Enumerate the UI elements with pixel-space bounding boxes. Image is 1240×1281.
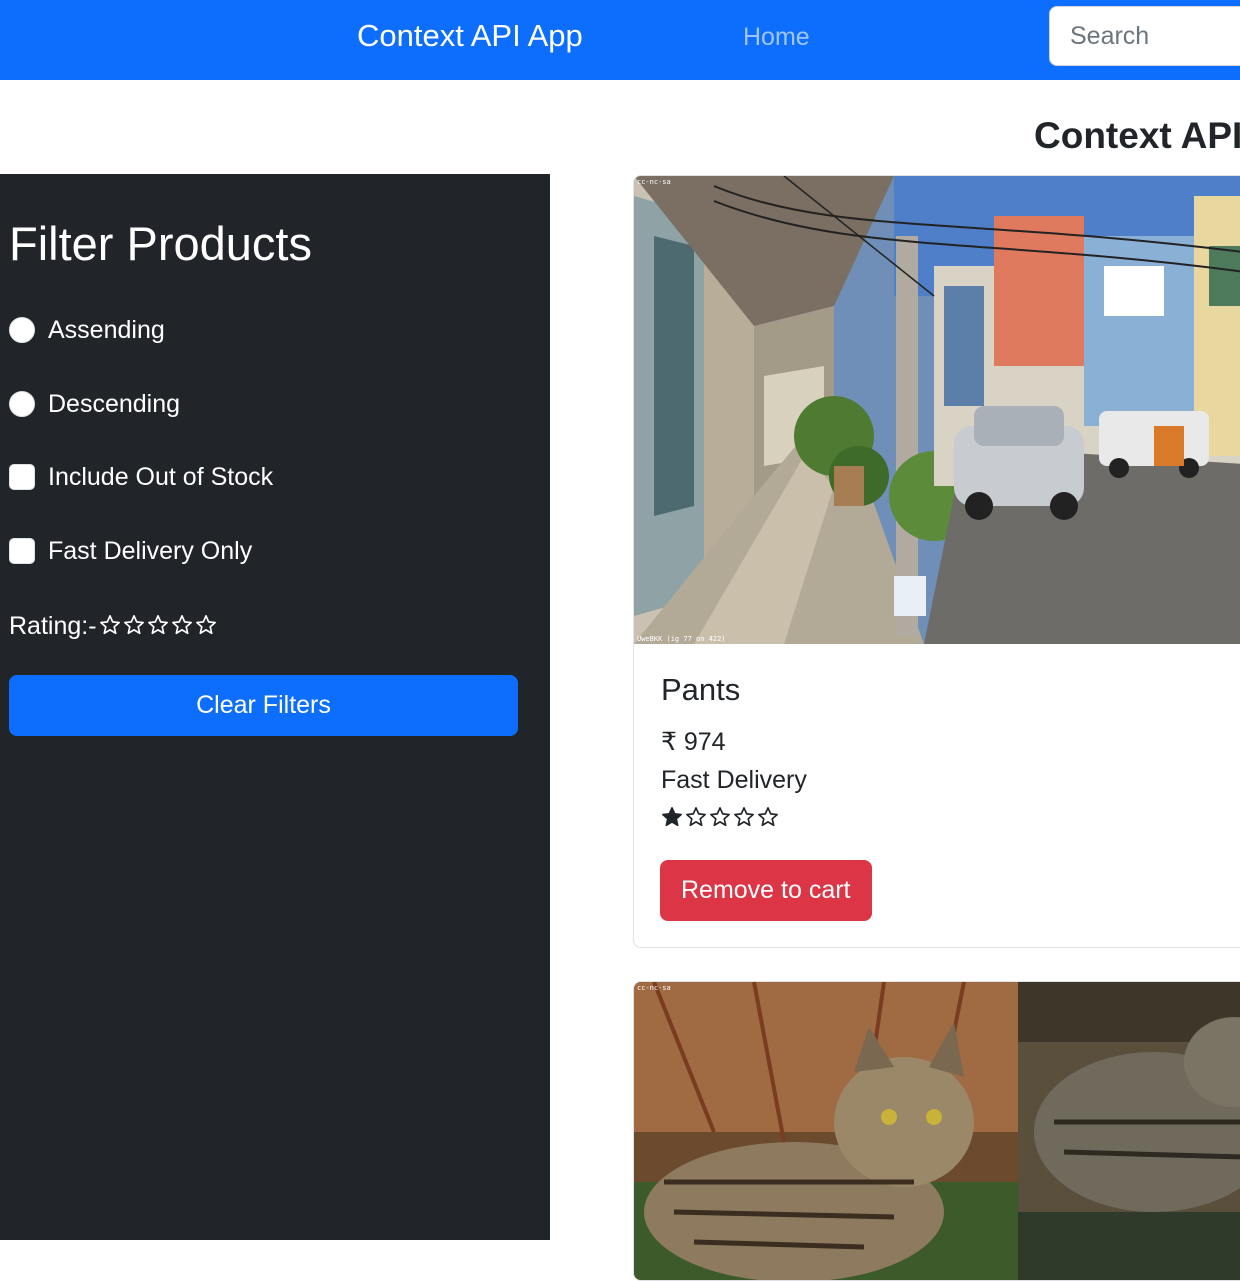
product-image-street: cc-nc-sa UweBKK (ig 77 on 422) [634,176,1240,644]
include-out-of-stock-label: Include Out of Stock [48,462,274,491]
clear-filters-button[interactable]: Clear Filters [9,675,518,736]
remove-from-cart-button[interactable]: Remove to cart [660,860,872,921]
star-outline-icon [685,806,709,830]
include-out-of-stock-checkbox[interactable] [9,464,35,490]
navbar-brand[interactable]: Context API App [357,16,583,56]
product-price: ₹ 974 [661,728,726,756]
star-outline-icon[interactable] [171,614,195,638]
sort-ascending-option[interactable]: Assending [9,315,165,345]
product-image-cats: cc-nc-sa [634,982,1240,1280]
sort-descending-option[interactable]: Descending [9,389,180,419]
filter-title: Filter Products [9,217,312,270]
rating-label: Rating:- [9,611,97,640]
image-credit-top: cc-nc-sa [637,178,671,186]
image-credit-bottom: UweBKK (ig 77 on 422) [637,635,726,643]
fast-delivery-label: Fast Delivery Only [48,536,253,565]
image-credit-top: cc-nc-sa [637,984,671,992]
star-outline-icon [709,806,733,830]
nav-link-home[interactable]: Home [743,20,810,54]
product-name: Pants [661,672,741,707]
filter-sidebar: Filter Products Assending Descending Inc… [0,174,550,1240]
star-outline-icon[interactable] [99,614,123,638]
star-outline-icon[interactable] [195,614,219,638]
sort-descending-radio[interactable] [9,391,35,417]
star-outline-icon [733,806,757,830]
product-card: cc-nc-sa [633,981,1240,1281]
star-filled-icon [661,806,685,830]
page-title: Context API [1034,115,1240,156]
search-input[interactable] [1049,6,1240,66]
star-outline-icon [757,806,781,830]
product-card: cc-nc-sa UweBKK (ig 77 on 422) Pants ₹ 9… [633,175,1240,948]
fast-delivery-checkbox[interactable] [9,538,35,564]
product-card-body: Pants ₹ 974 Fast Delivery Remove to cart [634,644,1240,947]
include-out-of-stock-option[interactable]: Include Out of Stock [9,462,273,492]
navbar: Context API App Home [0,0,1240,80]
star-outline-icon[interactable] [123,614,147,638]
rating-stars [99,614,219,638]
product-rating-stars [661,806,781,830]
product-delivery: Fast Delivery [661,766,807,794]
star-outline-icon[interactable] [147,614,171,638]
sort-descending-label: Descending [48,389,181,418]
fast-delivery-option[interactable]: Fast Delivery Only [9,536,252,566]
sort-ascending-radio[interactable] [9,317,35,343]
rating-filter: Rating:- [9,610,219,642]
sort-ascending-label: Assending [48,315,165,344]
